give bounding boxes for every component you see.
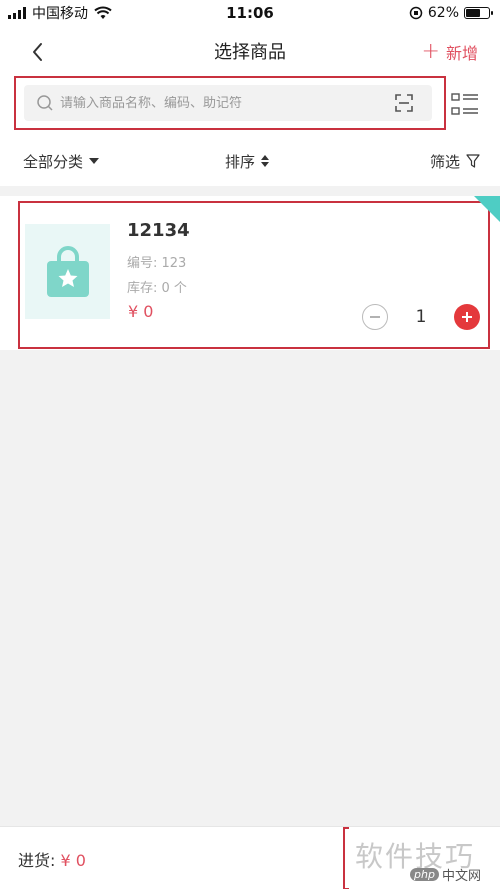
status-bar: 中国移动 11:06 62%: [0, 0, 500, 26]
filter-bar: 全部分类 排序 筛选: [0, 136, 500, 186]
search-row: [0, 76, 500, 136]
carrier-name: 中国移动: [32, 6, 88, 22]
purchase-amount: ¥ 0: [60, 851, 86, 870]
list-view-icon[interactable]: [450, 90, 480, 120]
orientation-lock-icon: [409, 6, 423, 20]
battery-percent: 62%: [427, 5, 459, 21]
signal-icon: [8, 7, 26, 19]
product-image: [25, 224, 110, 319]
sort-button[interactable]: 排序: [225, 151, 270, 172]
product-stock: 库存: 0 个: [127, 281, 187, 296]
quantity-value[interactable]: 1: [388, 307, 454, 327]
search-box[interactable]: [24, 85, 432, 121]
category-dropdown[interactable]: 全部分类: [23, 151, 100, 172]
add-label: 新增: [445, 44, 478, 63]
wifi-icon: [94, 6, 112, 19]
scan-icon[interactable]: [394, 93, 414, 113]
battery-icon: [464, 7, 493, 19]
search-input[interactable]: [54, 95, 394, 111]
filter-label: 筛选: [429, 152, 460, 171]
product-card[interactable]: 12134 编号: 123 库存: 0 个 ¥ 0 1: [0, 196, 500, 350]
purchase-label: 进货:: [18, 851, 56, 870]
header: 选择商品 + 新增: [0, 26, 500, 76]
product-name: 12134: [127, 220, 190, 241]
sort-label: 排序: [225, 152, 256, 171]
corner-badge: [474, 196, 500, 222]
product-code: 编号: 123: [127, 256, 187, 271]
plus-icon: [462, 312, 472, 322]
funnel-icon: [466, 154, 480, 168]
page-title: 选择商品: [214, 42, 286, 63]
watermark-bracket: [343, 827, 349, 889]
shopping-bag-star-icon: [46, 245, 89, 297]
filter-button[interactable]: 筛选: [430, 151, 480, 172]
site-name: 中文网: [441, 869, 481, 884]
add-product-button[interactable]: + 新增: [422, 40, 478, 64]
plus-icon: +: [421, 39, 440, 64]
minus-icon: [370, 316, 380, 318]
category-label: 全部分类: [23, 152, 84, 171]
caret-down-icon: [89, 158, 100, 164]
search-icon: [37, 95, 53, 111]
back-icon[interactable]: [26, 40, 50, 64]
product-price: ¥ 0: [128, 302, 154, 321]
purchase-total: 进货: ¥ 0: [18, 847, 86, 871]
php-logo: php: [410, 868, 439, 881]
sort-icon: [261, 155, 270, 167]
increase-quantity-button[interactable]: [454, 304, 480, 330]
decrease-quantity-button[interactable]: [362, 304, 388, 330]
quantity-stepper: 1: [362, 304, 480, 330]
site-watermark-logo: php 中文网: [410, 865, 481, 884]
